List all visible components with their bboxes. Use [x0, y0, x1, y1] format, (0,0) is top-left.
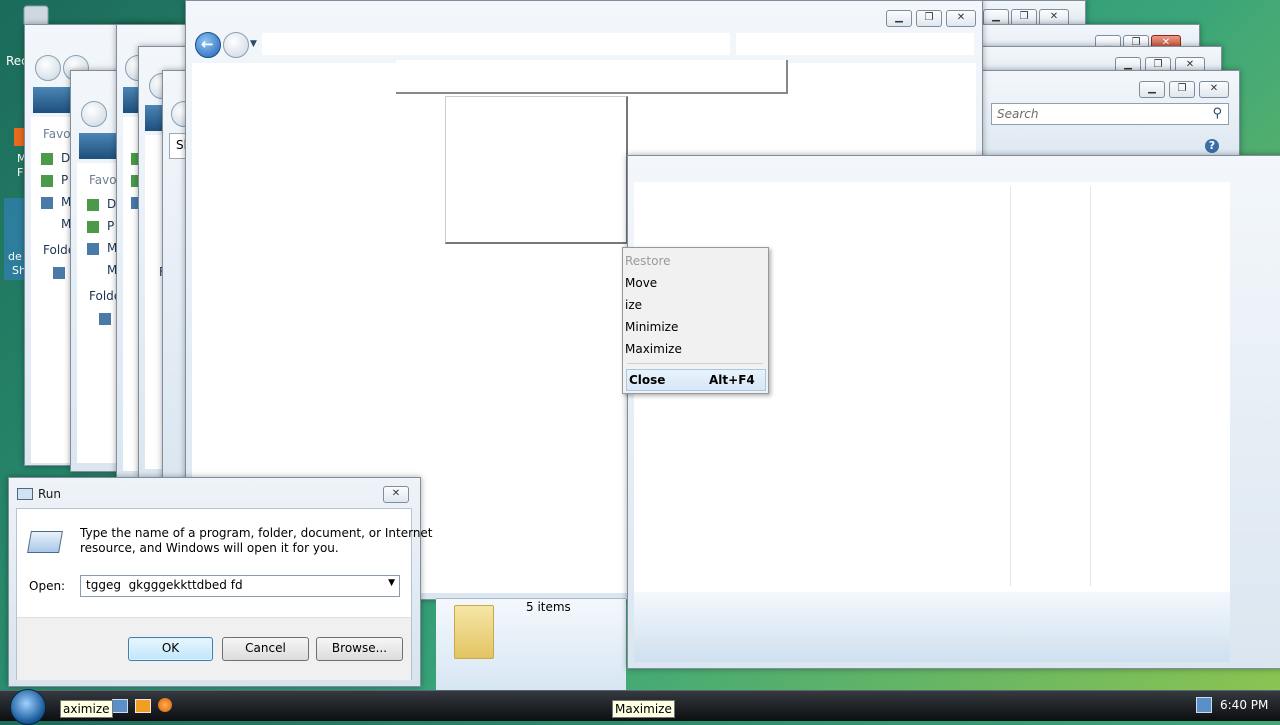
- search-box[interactable]: [736, 33, 974, 55]
- open-input[interactable]: tggeg gkgggekkttdbed fd: [86, 578, 243, 592]
- address-bar[interactable]: [262, 33, 730, 55]
- computer-icon: [99, 313, 111, 325]
- minimize-button[interactable]: ▁: [886, 10, 912, 27]
- recycle-bin-icon[interactable]: [18, 4, 54, 27]
- menu-item-restore[interactable]: Restore: [623, 251, 768, 271]
- folder-icon: [454, 605, 494, 659]
- menu-item-size[interactable]: ize: [623, 295, 768, 315]
- run-dialog[interactable]: Run ✕ Type the name of a program, folder…: [8, 477, 433, 687]
- back-button[interactable]: [81, 101, 107, 127]
- music-icon: [87, 243, 99, 255]
- sidebar-item-documents[interactable]: D: [61, 151, 70, 165]
- pictures-icon: [87, 221, 99, 233]
- firefox-icon[interactable]: [158, 698, 172, 712]
- explorer-window-large-right[interactable]: [627, 155, 1280, 669]
- sidebar-item-documents[interactable]: D: [107, 197, 116, 211]
- sidebar-heading-favorites: Favo: [89, 173, 117, 187]
- maximize-button[interactable]: ❐: [916, 10, 942, 27]
- explorer-window-right-4[interactable]: ▁ ❐ ✕ Search ⚲ ?: [980, 70, 1240, 168]
- documents-icon: [41, 153, 53, 165]
- cancel-button[interactable]: Cancel: [222, 637, 309, 661]
- sidebar-heading-favorites: Favo: [43, 127, 71, 141]
- search-icon[interactable]: ⚲: [1212, 106, 1222, 121]
- run-description-line1: Type the name of a program, folder, docu…: [80, 526, 433, 540]
- tooltip-maximize: Maximize: [612, 700, 675, 718]
- column-divider: [1010, 186, 1011, 586]
- chevron-down-icon[interactable]: ▼: [388, 578, 395, 588]
- minimize-button[interactable]: ▁: [1139, 81, 1165, 98]
- run-icon: [17, 488, 33, 500]
- forward-button[interactable]: [223, 32, 249, 58]
- open-label: Open:: [29, 579, 66, 593]
- back-button[interactable]: ←: [195, 32, 221, 58]
- maximize-button[interactable]: ❐: [1169, 81, 1195, 98]
- search-placeholder: Search: [997, 107, 1039, 121]
- close-button[interactable]: ✕: [1199, 81, 1229, 98]
- network-icon[interactable]: [1196, 697, 1212, 713]
- menu-item-close[interactable]: Close Alt+F4: [626, 369, 766, 391]
- pictures-icon: [41, 175, 53, 187]
- menu-separator: [627, 363, 763, 364]
- open-combobox[interactable]: tggeg gkgggekkttdbed fd ▼: [80, 575, 400, 597]
- computer-icon: [53, 267, 65, 279]
- show-desktop-icon[interactable]: [112, 699, 128, 713]
- menu-item-maximize[interactable]: Maximize: [623, 339, 768, 359]
- music-icon[interactable]: [14, 128, 24, 146]
- menu-item-close-label: Close: [629, 373, 666, 387]
- back-button[interactable]: [35, 55, 61, 81]
- clock[interactable]: 6:40 PM: [1220, 698, 1268, 712]
- run-dialog-title: Run: [38, 487, 62, 501]
- ok-button[interactable]: OK: [128, 637, 213, 661]
- menu-item-move[interactable]: Move: [623, 273, 768, 293]
- sidebar-item-pictures[interactable]: P: [61, 173, 68, 187]
- run-program-icon: [27, 531, 63, 553]
- details-pane: 5 items: [436, 598, 626, 691]
- tooltip-maximize-left: aximize: [60, 700, 113, 718]
- menu-item-close-shortcut: Alt+F4: [709, 373, 755, 387]
- blank-panel: [396, 60, 788, 94]
- media-player-icon[interactable]: [135, 699, 151, 713]
- desktop-icon-label: de: [8, 250, 22, 263]
- recent-pages-dropdown[interactable]: ▼: [250, 39, 257, 49]
- search-input[interactable]: Search ⚲: [991, 103, 1229, 125]
- status-item-count: 5 items: [526, 600, 571, 614]
- menu-item-minimize[interactable]: Minimize: [623, 317, 768, 337]
- blank-panel: [445, 96, 628, 244]
- desktop-icon-label: F: [17, 166, 24, 179]
- music-icon: [41, 197, 53, 209]
- details-pane: [634, 592, 1230, 662]
- close-button[interactable]: ✕: [946, 10, 976, 27]
- window-system-menu: Restore Move ize Minimize Maximize Close…: [622, 247, 769, 394]
- close-button[interactable]: ✕: [383, 486, 409, 503]
- run-dialog-body: Type the name of a program, folder, docu…: [16, 508, 433, 680]
- documents-icon: [87, 199, 99, 211]
- help-icon[interactable]: ?: [1205, 139, 1219, 153]
- browse-button[interactable]: Browse...: [316, 637, 403, 661]
- back-arrow-icon: ←: [201, 35, 214, 53]
- column-divider: [1090, 186, 1091, 586]
- run-description-line2: resource, and Windows will open it for y…: [80, 541, 339, 555]
- sidebar-item-pictures[interactable]: P: [107, 219, 114, 233]
